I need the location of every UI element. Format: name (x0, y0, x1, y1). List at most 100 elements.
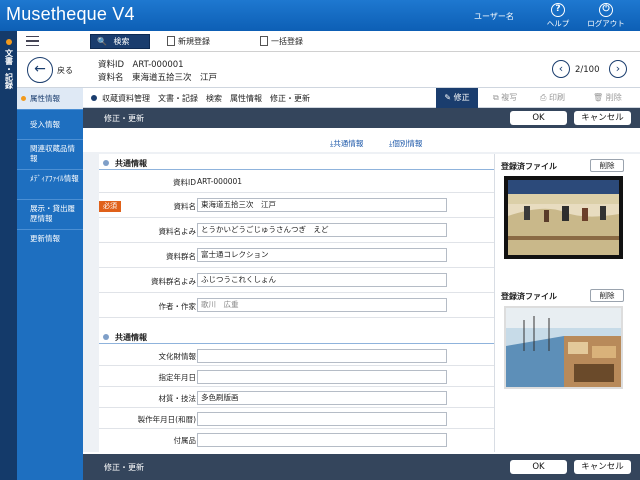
field-label: 付属品 (173, 436, 197, 445)
artwork-thumbnail[interactable] (504, 176, 623, 259)
edit-section-bar: 修正・更新 OK キャンセル (83, 108, 640, 128)
delete-file-button[interactable]: 削除 (590, 289, 624, 302)
ukiyoe-bridge-image (504, 176, 623, 259)
back-label[interactable]: 戻る (57, 65, 73, 76)
collection-input[interactable]: 富士通コレクション (197, 248, 447, 262)
field-row-designation: 指定年月日 (99, 367, 494, 387)
logout-label: ログアウト (587, 19, 625, 28)
cultural-input[interactable] (197, 349, 447, 363)
sidebar-item-label: 更新情報 (30, 234, 60, 243)
question-icon: ? (551, 3, 565, 17)
sidebar-item-media[interactable]: ﾒﾃﾞｨｱﾌｧｲﾙ情報 (17, 170, 83, 200)
record-header: ← 戻る 資料ID ART-000001 資料名 東海道五拾三次 江戸 ‹ 2/… (17, 52, 640, 88)
required-badge: 必須 (99, 201, 121, 212)
individual-info-link-label: 個別情報 (392, 139, 423, 148)
sidebar-item-label: 関連収蔵品情報 (30, 144, 75, 163)
group-title: 共通情報 (115, 333, 147, 342)
section-title: 修正・更新 (104, 114, 144, 123)
arrow-left-icon: ← (34, 61, 46, 77)
group-dot-icon (103, 334, 109, 340)
group-header-common-2: 共通情報 (99, 330, 494, 344)
delete-record-button[interactable]: 🗑 削除 (593, 92, 622, 103)
bulk-register-button[interactable]: 一括登録 (260, 35, 303, 48)
new-document-icon (167, 36, 175, 46)
group-dot-icon (103, 160, 109, 166)
record-name: 資料名 東海道五拾三次 江戸 (98, 73, 218, 83)
sidebar-item-acceptance[interactable]: 受入情報 (17, 110, 83, 140)
new-register-label: 新規登録 (178, 37, 210, 46)
field-label: 資料群名よみ (151, 277, 196, 286)
sidebar-item-related[interactable]: 関連収蔵品情報 (17, 140, 83, 170)
sidebar-item-label: ﾒﾃﾞｨｱﾌｧｲﾙ情報 (30, 174, 79, 183)
author-input[interactable]: 歌川 広重 (197, 298, 447, 312)
help-button[interactable]: ? ヘルプ (538, 3, 578, 29)
next-record-button[interactable]: › (609, 60, 627, 78)
category-strip[interactable]: 文書・記録 (0, 31, 17, 480)
name-input[interactable]: 東海道五拾三次 江戸 (197, 198, 447, 212)
power-icon: ⏻ (599, 3, 613, 17)
search-tab[interactable]: 🔍 検索 (90, 34, 150, 49)
field-row-id: 資料ID ART-000001 (99, 171, 494, 193)
field-row-collection-reading: 資料群名よみ ふじつうこれくしょん (99, 269, 494, 293)
field-label: 文化財情報 (158, 352, 197, 361)
chevron-right-icon: › (615, 62, 621, 75)
field-label: 作者・作家 (158, 302, 197, 311)
accessories-input[interactable] (197, 433, 447, 447)
logout-button[interactable]: ⏻ ログアウト (586, 3, 626, 29)
sidebar-item-label: 属性情報 (30, 94, 60, 103)
new-register-button[interactable]: 新規登録 (167, 35, 210, 48)
category-label: 文書・記録 (4, 49, 14, 89)
section-links: ⤓共通情報 ⤓個別情報 (83, 128, 640, 152)
sidebar-item-exhibition[interactable]: 展示・貸出履歴情報 (17, 200, 83, 230)
field-row-author: 作者・作家 歌川 広重 (99, 294, 494, 318)
field-label: 資料名よみ (158, 227, 197, 236)
file-panel: 登録済ファイル 削除 登録済ファイル 削除 (494, 154, 640, 452)
back-button[interactable]: ← (27, 57, 53, 83)
print-button[interactable]: ⎙ 印刷 (540, 92, 565, 103)
individual-info-link[interactable]: ⤓個別情報 (389, 138, 422, 149)
field-label: 指定年月日 (158, 373, 197, 382)
field-row-name-reading: 資料名よみ とうかいどうごじゅうさんつぎ えど (99, 219, 494, 243)
production-date-input[interactable] (197, 412, 447, 426)
field-label: 資料名 (173, 202, 197, 211)
collection-reading-input[interactable]: ふじつうこれくしょん (197, 273, 447, 287)
print-label: 印刷 (548, 93, 565, 102)
breadcrumb: 収蔵資料管理 文書・記録 検索 属性情報 修正・更新 (102, 94, 310, 103)
field-label: 資料ID (173, 178, 196, 187)
designation-date-input[interactable] (197, 370, 447, 384)
field-label: 材質・技法 (158, 394, 197, 403)
main-toolbar: 🔍 検索 新規登録 一括登録 (17, 31, 640, 52)
group-header-common: 共通情報 (99, 156, 494, 170)
hamburger-menu-icon[interactable] (26, 36, 39, 46)
common-info-link-label: 共通情報 (333, 139, 364, 148)
app-header: Musetheque V4 ユーザー名 ? ヘルプ ⏻ ログアウト (0, 0, 640, 31)
copy-button[interactable]: ⧉ 複写 (493, 92, 517, 103)
field-label: 資料群名 (166, 252, 196, 261)
sidebar-item-attributes[interactable]: 属性情報 (17, 88, 83, 110)
common-info-link[interactable]: ⤓共通情報 (330, 138, 363, 149)
cancel-button[interactable]: キャンセル (574, 111, 631, 125)
ok-button[interactable]: OK (510, 111, 567, 125)
form-panel: 共通情報 資料ID ART-000001 必須 資料名 東海道五拾三次 江戸 資… (99, 154, 494, 452)
copy-label: 複写 (501, 93, 518, 102)
footer-ok-button[interactable]: OK (510, 460, 567, 474)
name-reading-input[interactable]: とうかいどうごじゅうさんつぎ えど (197, 223, 447, 237)
field-row-name: 必須 資料名 東海道五拾三次 江戸 (99, 194, 494, 218)
footer-cancel-button[interactable]: キャンセル (574, 460, 631, 474)
field-row-material: 材質・技法 多色刷版画 (99, 388, 494, 408)
footer-section-bar: 修正・更新 OK キャンセル (83, 454, 640, 480)
record-id: 資料ID ART-000001 (98, 60, 184, 70)
record-pager: 2/100 (575, 65, 600, 75)
sidebar-item-update[interactable]: 更新情報 (17, 230, 83, 252)
prev-record-button[interactable]: ‹ (552, 60, 570, 78)
delete-file-button[interactable]: 削除 (590, 159, 624, 172)
field-row-production-date: 製作年月日(和暦) (99, 409, 494, 429)
edit-label: 修正 (453, 93, 470, 102)
field-row-collection: 資料群名 富士通コレクション (99, 244, 494, 268)
chevron-left-icon: ‹ (558, 62, 564, 75)
edit-button[interactable]: ✎ 修正 (436, 88, 478, 108)
bulk-document-icon (260, 36, 268, 46)
material-input[interactable]: 多色刷版画 (197, 391, 447, 405)
artwork-thumbnail[interactable] (504, 306, 623, 389)
breadcrumb-dot-icon (91, 95, 97, 101)
